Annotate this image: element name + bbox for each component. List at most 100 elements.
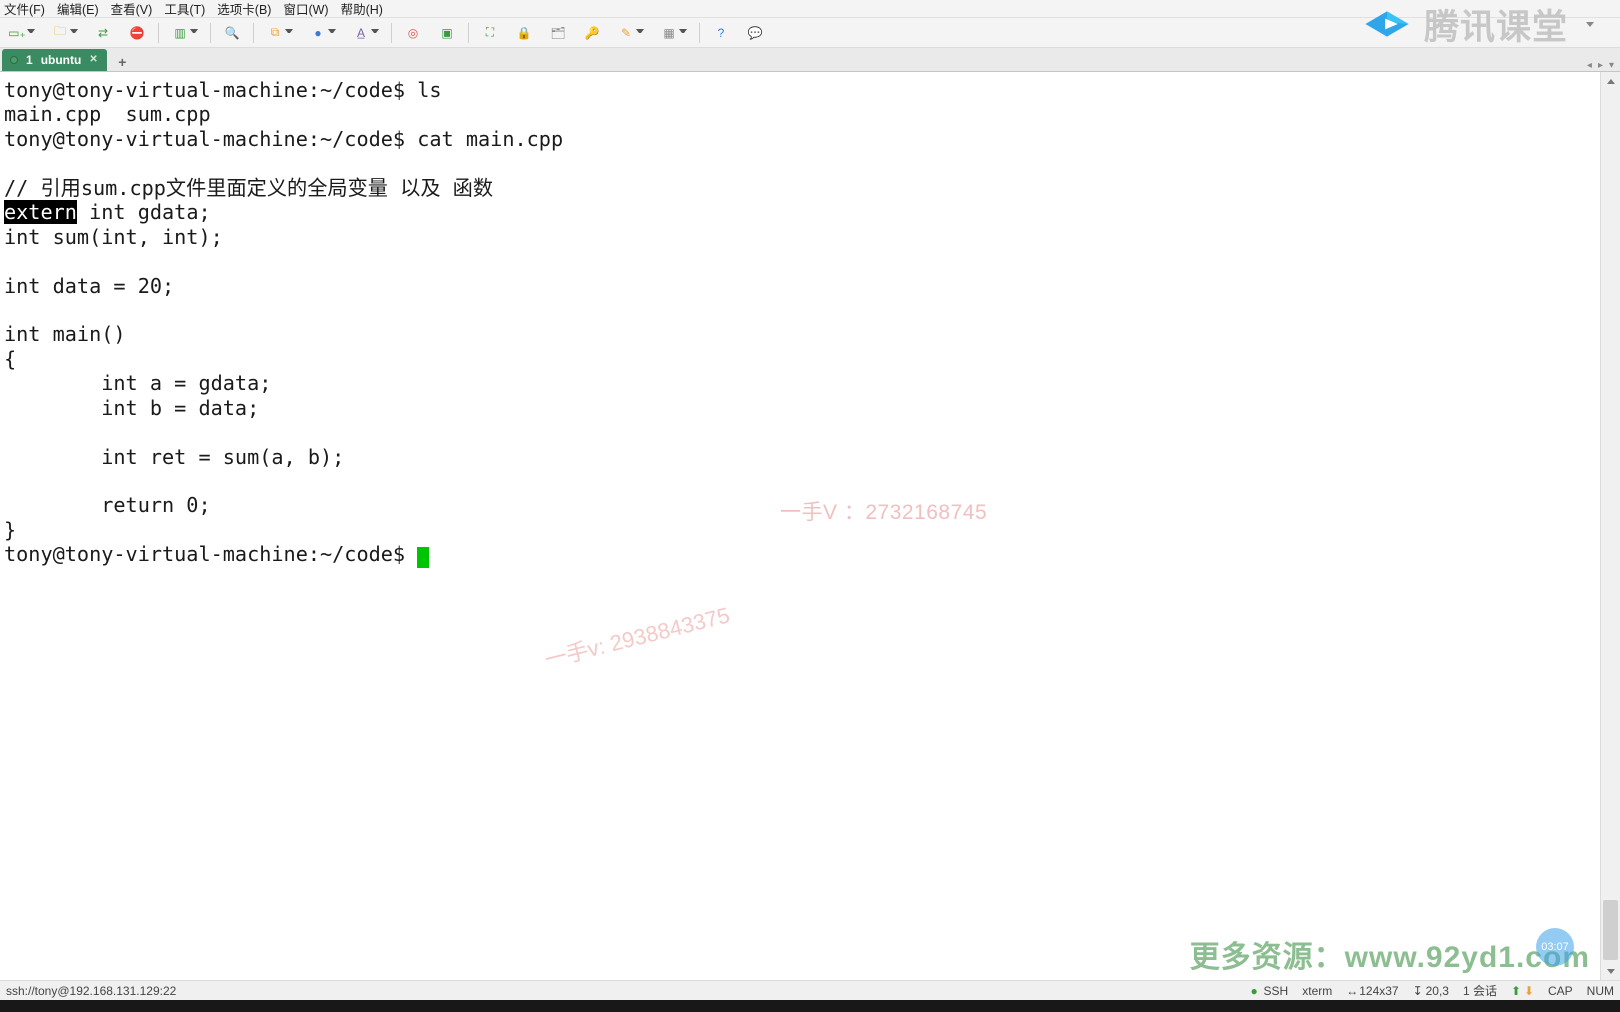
folder-icon: 🗂 (549, 24, 567, 42)
reconnect-button[interactable]: ⇄ (92, 22, 114, 44)
net-icon: ⬆ (1511, 986, 1521, 996)
src-ret: int ret = sum(a, b); (4, 445, 344, 469)
status-ssh: ●SSH (1251, 984, 1289, 998)
src-sum-decl: int sum(int, int); (4, 225, 223, 249)
status-termtype: xterm (1302, 984, 1332, 998)
net-icon-2: ⬇ (1524, 986, 1534, 996)
disconnect-button[interactable]: ⛔ (126, 22, 148, 44)
src-b: int b = data; (4, 396, 259, 420)
new-session-button[interactable]: ▭₊ (6, 22, 37, 44)
footer-watermark: 更多资源：www.92yd1.com (1190, 932, 1590, 976)
help-icon: ? (712, 24, 730, 42)
tile-icon: ▦ (660, 24, 678, 42)
paste-icon: ● (309, 24, 327, 42)
menu-window[interactable]: 窗口(W) (283, 0, 328, 18)
script-green-button[interactable]: ▣ (436, 22, 458, 44)
chat-button[interactable]: 💬 (744, 22, 766, 44)
src-main-sig: int main() (4, 322, 126, 346)
new-session-icon: ▭₊ (8, 24, 26, 42)
menu-help[interactable]: 帮助(H) (341, 0, 383, 18)
key-button[interactable]: 🔑 (581, 22, 603, 44)
lock-button[interactable]: 🔒 (513, 22, 535, 44)
src-rbrace: } (4, 518, 16, 542)
menu-view[interactable]: 查看(V) (111, 0, 153, 18)
properties-icon: ▥ (171, 24, 189, 42)
status-num: NUM (1587, 984, 1614, 998)
disconnect-icon: ⛔ (128, 24, 146, 42)
help-button[interactable]: ? (710, 22, 732, 44)
reconnect-icon: ⇄ (94, 24, 112, 42)
tab-next-button[interactable]: ▸ (1598, 60, 1603, 71)
status-dimensions: ↔124x37 (1346, 984, 1398, 998)
highlight-icon: A̲ (352, 24, 370, 42)
ssh-icon: ● (1251, 986, 1261, 996)
src-return: return 0; (4, 493, 211, 517)
tab-nav: ◂ ▸ ▾ (1587, 60, 1620, 71)
status-net: ⬆⬇ (1511, 986, 1534, 996)
fullscreen-button[interactable]: ⛶ (479, 22, 501, 44)
menu-edit[interactable]: 编辑(E) (57, 0, 99, 18)
src-comment: // 引用sum.cpp文件里面定义的全局变量 以及 函数 (4, 176, 493, 200)
menu-tabs[interactable]: 选项卡(B) (217, 0, 271, 18)
lock-icon: 🔒 (515, 24, 533, 42)
src-lbrace: { (4, 347, 16, 371)
copy-button[interactable]: ⧉ (264, 22, 295, 44)
terminal[interactable]: tony@tony-virtual-machine:~/code$ ls mai… (0, 72, 1600, 980)
src-extern-rest: int gdata; (77, 200, 211, 224)
menu-tools[interactable]: 工具(T) (164, 0, 205, 18)
terminal-cursor (417, 547, 429, 568)
script-red-icon: ◎ (404, 24, 422, 42)
cmd-ls: ls (417, 78, 441, 102)
scroll-down-button[interactable] (1601, 962, 1620, 980)
time-pill: 03:07 (1536, 928, 1574, 966)
tab-prev-button[interactable]: ◂ (1587, 60, 1592, 71)
brand-logo-text: 腾讯课堂 (1424, 0, 1568, 50)
brand-logo-icon (1360, 4, 1414, 44)
watermark-1: 一手V ：2732168745 (780, 496, 987, 526)
brand-dropdown[interactable] (1584, 18, 1596, 30)
compose-icon: ✎ (617, 24, 635, 42)
tab-title: ubuntu (41, 53, 82, 67)
folder-button[interactable]: 🗂 (547, 22, 569, 44)
scroll-thumb[interactable] (1603, 900, 1618, 960)
cmd-cat: cat main.cpp (417, 127, 563, 151)
key-icon: 🔑 (583, 24, 601, 42)
status-cap: CAP (1548, 984, 1573, 998)
session-tab[interactable]: 1 ubuntu ✕ (2, 49, 107, 71)
paste-button[interactable]: ● (307, 22, 338, 44)
tab-index: 1 (26, 53, 33, 67)
open-icon: 🗀 (51, 24, 69, 42)
status-bar: ssh://tony@192.168.131.129:22 ●SSH xterm… (0, 980, 1620, 1000)
src-a: int a = gdata; (4, 371, 271, 395)
chat-icon: 💬 (746, 24, 764, 42)
session-status-icon (10, 56, 18, 64)
status-cursor-pos: ↧20,3 (1413, 984, 1449, 998)
prompt-3: tony@tony-virtual-machine:~/code$ (4, 542, 405, 566)
menu-file[interactable]: 文件(F) (4, 0, 45, 18)
prompt-2: tony@tony-virtual-machine:~/code$ (4, 127, 405, 151)
find-button[interactable]: 🔍 (221, 22, 243, 44)
script-green-icon: ▣ (438, 24, 456, 42)
prompt-1: tony@tony-virtual-machine:~/code$ (4, 78, 405, 102)
script-red-button[interactable]: ◎ (402, 22, 424, 44)
status-connection: ssh://tony@192.168.131.129:22 (6, 984, 176, 998)
scrollbar[interactable] (1600, 72, 1620, 980)
new-tab-button[interactable]: + (113, 53, 131, 71)
tile-button[interactable]: ▦ (658, 22, 689, 44)
close-tab-button[interactable]: ✕ (89, 55, 99, 65)
ls-output: main.cpp sum.cpp (4, 102, 211, 126)
src-data: int data = 20; (4, 274, 174, 298)
copy-icon: ⧉ (266, 24, 284, 42)
os-taskbar (0, 1000, 1620, 1012)
properties-button[interactable]: ▥ (169, 22, 200, 44)
brand-logo: 腾讯课堂 (1360, 0, 1596, 48)
scroll-up-button[interactable] (1601, 72, 1620, 90)
highlight-button[interactable]: A̲ (350, 22, 381, 44)
tab-bar: 1 ubuntu ✕ + ◂ ▸ ▾ (0, 48, 1620, 72)
cursor-pos-icon: ↧ (1413, 986, 1423, 996)
open-button[interactable]: 🗀 (49, 22, 80, 44)
tab-list-button[interactable]: ▾ (1609, 60, 1614, 71)
status-sessions: 1 会话 (1463, 982, 1497, 999)
fullscreen-icon: ⛶ (481, 24, 499, 42)
compose-button[interactable]: ✎ (615, 22, 646, 44)
